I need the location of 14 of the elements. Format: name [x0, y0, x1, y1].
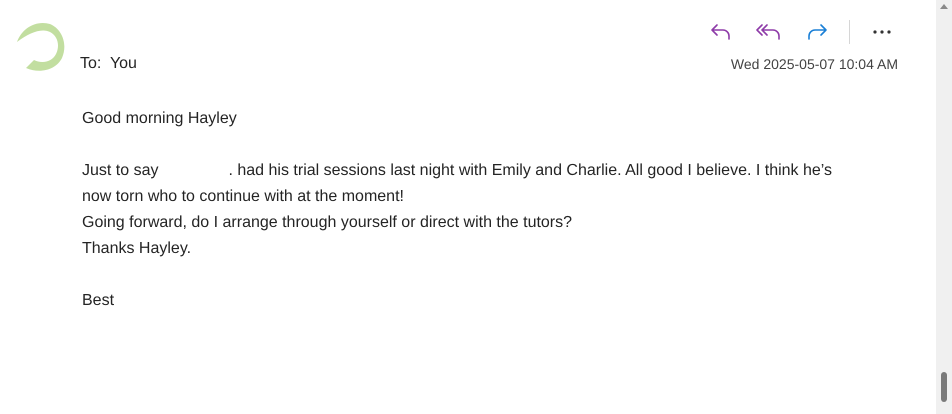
message-line: Thanks Hayley. — [82, 239, 192, 259]
sent-date: Wed 2025-05-07 10:04 AM — [730, 54, 898, 74]
reply-arrow-icon — [710, 23, 732, 41]
scrollbar-thumb[interactable] — [941, 372, 947, 402]
scrollbar[interactable] — [936, 0, 952, 414]
signoff-text: Best — [82, 291, 116, 311]
greeting-text: Good morning Hayley — [82, 109, 238, 129]
scroll-up-icon — [940, 4, 948, 9]
forward-arrow-icon — [806, 23, 828, 41]
message-line: Going forward, do I arrange through yourself or direct with the tutors? — [82, 213, 574, 233]
more-dots-icon — [873, 30, 891, 34]
message-paragraph: Just to say . had his trial sessions last night with Emily and Charlie. All good I believe. I think he’s now torn who to continue with at the moment! — [82, 161, 834, 207]
recipient-line: To: You — [80, 54, 137, 74]
reply-all-arrow-icon — [756, 23, 782, 41]
